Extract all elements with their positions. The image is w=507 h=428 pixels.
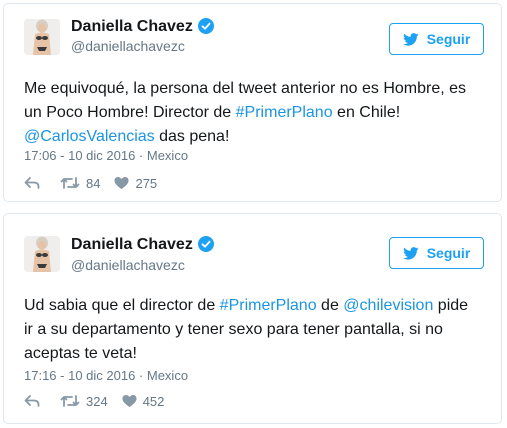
meta-separator: · (135, 368, 147, 383)
text-segment: de (316, 297, 344, 314)
reply-button[interactable] (24, 176, 40, 190)
follow-button[interactable]: Seguir (389, 23, 484, 55)
avatar-photo (24, 236, 60, 272)
hashtag-link[interactable]: #PrimerPlano (236, 104, 333, 121)
like-count: 275 (135, 175, 158, 191)
retweet-count: 84 (86, 175, 101, 191)
reply-arrow-icon (24, 395, 40, 407)
tweet-text: Ud sabia que el director de #PrimerPlano… (24, 294, 481, 366)
tweet-card: Daniella Chavez @daniellachavezc Seguir … (3, 3, 502, 202)
avatar[interactable] (24, 236, 60, 272)
avatar-photo (24, 19, 60, 55)
location[interactable]: Mexico (147, 368, 188, 383)
twitter-bird-icon (402, 32, 419, 46)
retweet-button[interactable]: 84 (60, 176, 100, 191)
follow-label: Seguir (426, 31, 471, 47)
tweet-text: Me equivoqué, la persona del tweet anter… (24, 77, 481, 149)
location[interactable]: Mexico (147, 148, 188, 163)
tweet-actions: 84 275 (24, 174, 157, 192)
meta-separator: · (135, 148, 147, 163)
follow-label: Seguir (426, 245, 471, 261)
heart-icon (122, 395, 137, 408)
follow-button[interactable]: Seguir (389, 237, 484, 269)
retweet-button[interactable]: 324 (60, 394, 108, 409)
user-handle[interactable]: @daniellachavezc (71, 257, 185, 273)
timestamp[interactable]: 17:06 - 10 dic 2016 (24, 148, 135, 163)
display-name[interactable]: Daniella Chavez (71, 18, 214, 36)
tweet-card: Daniella Chavez @daniellachavezc Seguir … (3, 213, 502, 424)
text-segment: Ud sabia que el director de (24, 297, 220, 314)
verified-badge-icon (197, 236, 214, 252)
user-handle[interactable]: @daniellachavezc (71, 38, 185, 54)
like-button[interactable]: 275 (114, 176, 157, 191)
like-count: 452 (142, 393, 165, 409)
retweet-icon (60, 395, 80, 407)
tweet-meta: 17:06 - 10 dic 2016 · Mexico (24, 148, 188, 163)
text-segment: das pena! (154, 128, 230, 145)
retweet-icon (60, 177, 80, 189)
reply-arrow-icon (24, 177, 40, 189)
twitter-bird-icon (402, 246, 419, 260)
mention-link[interactable]: @chilevision (343, 297, 433, 314)
heart-icon (114, 177, 129, 190)
display-name[interactable]: Daniella Chavez (71, 236, 214, 254)
like-button[interactable]: 452 (122, 393, 165, 409)
mention-link[interactable]: @CarlosValencias (24, 128, 155, 145)
verified-badge-icon (197, 18, 214, 34)
tweet-meta: 17:16 - 10 dic 2016 · Mexico (24, 368, 188, 383)
avatar[interactable] (24, 19, 60, 55)
hashtag-link[interactable]: #PrimerPlano (220, 297, 317, 314)
timestamp[interactable]: 17:16 - 10 dic 2016 (24, 368, 135, 383)
reply-button[interactable] (24, 394, 40, 408)
text-segment: en Chile! (332, 104, 401, 121)
tweet-actions: 324 452 (24, 392, 164, 410)
retweet-count: 324 (86, 393, 108, 409)
